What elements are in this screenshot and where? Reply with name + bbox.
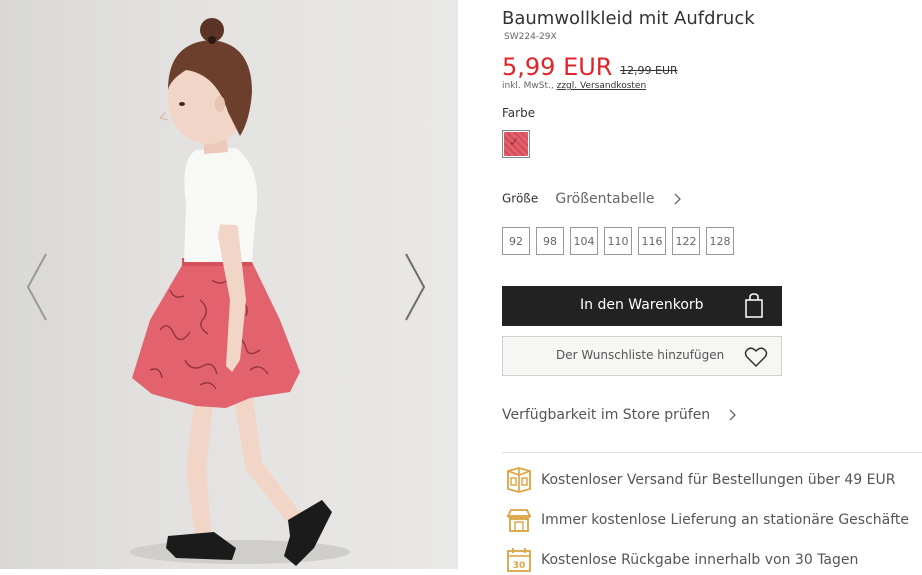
size-option-104[interactable]: 104 xyxy=(570,227,598,255)
benefit-text: Immer kostenlose Lieferung an stationäre… xyxy=(541,512,910,528)
chevron-right-icon[interactable] xyxy=(674,193,682,205)
tax-note: inkl. MwSt., zzgl. Versandkosten xyxy=(502,81,646,91)
current-price: 5,99 EUR xyxy=(502,53,613,81)
product-info-panel: Baumwollkleid mit Aufdruck SW224-29X 5,9… xyxy=(502,0,922,572)
color-swatch-pattern: ✓ xyxy=(504,132,528,156)
product-title: Baumwollkleid mit Aufdruck xyxy=(502,8,755,29)
size-label: Größe xyxy=(502,191,539,206)
product-photo xyxy=(130,18,350,566)
size-option-122[interactable]: 122 xyxy=(672,227,700,255)
size-option-98[interactable]: 98 xyxy=(536,227,564,255)
size-options: 92 98 104 110 116 122 128 xyxy=(502,227,734,255)
product-sku: SW224-29X xyxy=(504,32,557,42)
shipping-box-icon xyxy=(507,467,531,493)
product-gallery xyxy=(0,0,458,569)
add-to-wishlist-button[interactable]: Der Wunschliste hinzufügen xyxy=(502,336,782,376)
wishlist-label: Der Wunschliste hinzufügen xyxy=(556,348,725,362)
divider xyxy=(502,452,922,453)
chevron-right-icon xyxy=(729,409,736,421)
calendar-number: 30 xyxy=(513,561,526,571)
store-icon xyxy=(506,509,532,532)
add-to-cart-button[interactable]: In den Warenkorb xyxy=(502,286,782,326)
store-availability-link[interactable]: Verfügbarkeit im Store prüfen xyxy=(502,407,737,423)
store-availability-label: Verfügbarkeit im Store prüfen xyxy=(502,407,711,423)
size-option-116[interactable]: 116 xyxy=(638,227,666,255)
old-price: 12,99 EUR xyxy=(620,64,678,77)
size-header: Größe Größentabelle xyxy=(502,188,682,207)
add-to-cart-label: In den Warenkorb xyxy=(580,297,704,313)
next-image-arrow-icon[interactable] xyxy=(400,250,430,324)
benefit-text: Kostenlose Rückgabe innerhalb von 30 Tag… xyxy=(541,552,859,568)
tax-note-text: inkl. MwSt., xyxy=(502,81,554,91)
size-guide-link[interactable]: Größentabelle xyxy=(555,191,654,207)
size-option-92[interactable]: 92 xyxy=(502,227,530,255)
size-option-110[interactable]: 110 xyxy=(604,227,632,255)
shopping-bag-icon xyxy=(745,293,763,318)
color-label: Farbe xyxy=(502,106,536,120)
benefit-text: Kostenloser Versand für Bestellungen übe… xyxy=(541,472,896,488)
shipping-costs-link[interactable]: zzgl. Versandkosten xyxy=(557,81,647,91)
color-swatch-selected[interactable]: ✓ xyxy=(502,130,530,158)
previous-image-arrow-icon[interactable] xyxy=(22,250,52,324)
check-icon: ✓ xyxy=(509,135,520,149)
calendar-30-icon: 30 xyxy=(507,548,531,572)
heart-icon xyxy=(744,347,768,368)
size-option-128[interactable]: 128 xyxy=(706,227,734,255)
